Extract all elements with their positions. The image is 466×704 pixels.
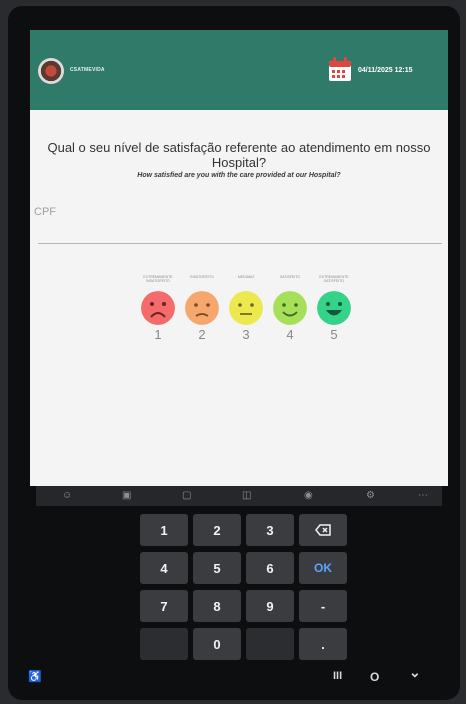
- rating-scale: Extremamente insatisfeito 1 Insatisfeito…: [136, 275, 356, 355]
- back-button[interactable]: ⌄: [409, 664, 421, 681]
- rating-option-2[interactable]: Insatisfeito 2: [180, 275, 224, 342]
- cpf-input-underline[interactable]: [38, 243, 442, 244]
- survey-subtitle: How satisfied are you with the care prov…: [137, 172, 341, 179]
- sad-face-icon[interactable]: [185, 291, 219, 325]
- blank-key: [246, 628, 294, 660]
- more-icon[interactable]: ⋯: [418, 490, 428, 501]
- hospital-logo: [38, 58, 64, 84]
- datetime: 04/11/2025 12:15: [358, 67, 413, 74]
- rating-option-1[interactable]: Extremamente insatisfeito 1: [136, 275, 180, 342]
- rating-option-3[interactable]: Mediano 3: [224, 275, 268, 342]
- very-sad-face-icon[interactable]: [141, 291, 175, 325]
- neutral-face-icon[interactable]: [229, 291, 263, 325]
- app-header: CSATMEVIDA 04/11/2025 12:15: [30, 30, 448, 110]
- rating-label: Extremamente satisfeito: [319, 275, 349, 283]
- clipboard-icon[interactable]: ▢: [182, 490, 191, 501]
- survey-question: Qual o seu nível de satisfação referente…: [47, 140, 431, 170]
- mic-icon[interactable]: ◉: [304, 490, 313, 501]
- emoji-icon[interactable]: ☺: [62, 490, 72, 501]
- rating-label: Insatisfeito: [190, 275, 214, 279]
- rating-number: 1: [154, 327, 162, 342]
- backspace-icon: [315, 524, 331, 536]
- key-8[interactable]: 8: [193, 590, 241, 622]
- key-2[interactable]: 2: [193, 514, 241, 546]
- rating-label: Satisfeito: [279, 275, 301, 279]
- key-9[interactable]: 9: [246, 590, 294, 622]
- keyboard-toolbar: ☺ ▣ ▢ ◫ ◉ ⚙ ⋯: [36, 486, 442, 506]
- recents-button[interactable]: III: [333, 670, 342, 682]
- key-0[interactable]: 0: [193, 628, 241, 660]
- key-7[interactable]: 7: [140, 590, 188, 622]
- big-smile-face-icon[interactable]: [317, 291, 351, 325]
- dot-key[interactable]: .: [299, 628, 347, 660]
- rating-number: 5: [330, 327, 338, 342]
- rating-number: 4: [286, 327, 294, 342]
- calendar-icon: [329, 57, 351, 81]
- blank-key: [140, 628, 188, 660]
- ok-key[interactable]: OK: [299, 552, 347, 584]
- key-3[interactable]: 3: [246, 514, 294, 546]
- sticker-icon[interactable]: ▣: [122, 490, 131, 501]
- key-1[interactable]: 1: [140, 514, 188, 546]
- rating-number: 3: [242, 327, 250, 342]
- org-name: CSATMEVIDA: [70, 67, 105, 73]
- settings-icon[interactable]: ⚙: [366, 490, 375, 501]
- backspace-key[interactable]: [299, 514, 347, 546]
- minus-key[interactable]: -: [299, 590, 347, 622]
- rating-label: Extremamente insatisfeito: [143, 275, 173, 283]
- home-button[interactable]: O: [370, 670, 379, 684]
- translate-icon[interactable]: ◫: [242, 490, 251, 501]
- key-4[interactable]: 4: [140, 552, 188, 584]
- accessibility-icon[interactable]: ♿: [28, 670, 42, 683]
- rating-label: Mediano: [237, 275, 255, 279]
- key-6[interactable]: 6: [246, 552, 294, 584]
- key-5[interactable]: 5: [193, 552, 241, 584]
- rating-option-4[interactable]: Satisfeito 4: [268, 275, 312, 342]
- smile-face-icon[interactable]: [273, 291, 307, 325]
- cpf-field-label[interactable]: CPF: [34, 206, 56, 218]
- app-screen: CSATMEVIDA 04/11/2025 12:15 Qual o seu n…: [30, 30, 448, 486]
- rating-option-5[interactable]: Extremamente satisfeito 5: [312, 275, 356, 342]
- rating-number: 2: [198, 327, 206, 342]
